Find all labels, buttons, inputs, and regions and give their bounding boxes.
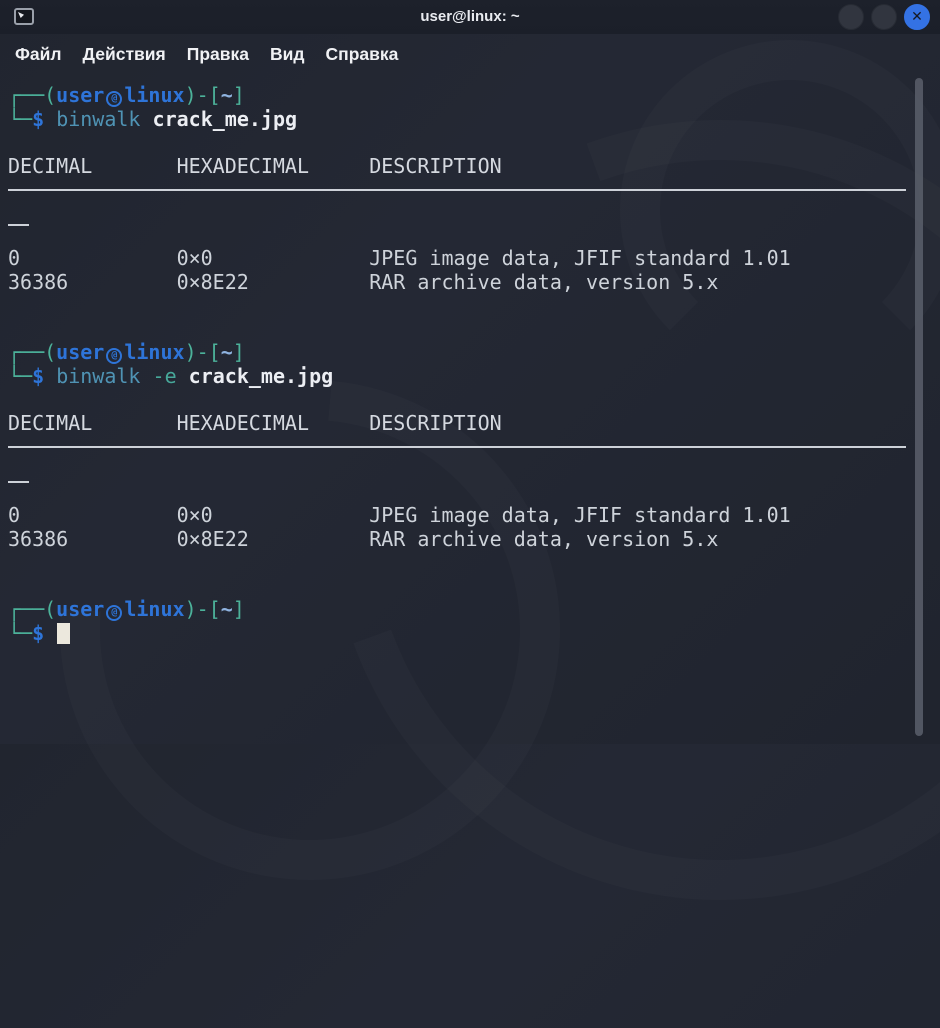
window-title: user@linux: ~	[0, 0, 940, 34]
terminal-cursor	[57, 623, 70, 644]
prompt-dollar: $	[32, 621, 44, 645]
cell-decimal: 36386	[8, 271, 177, 295]
command-name: binwalk	[56, 364, 140, 388]
prompt-frame: └─	[8, 621, 32, 645]
header-decimal: DECIMAL	[8, 155, 177, 179]
table-row: 363860×8E22RAR archive data, version 5.x	[8, 528, 940, 552]
kali-at-icon: @	[106, 605, 122, 621]
blank-line	[8, 131, 940, 155]
cell-description: JPEG image data, JFIF standard 1.01	[369, 246, 790, 270]
blank-line	[8, 575, 940, 599]
cell-decimal: 36386	[8, 528, 177, 552]
cell-hex: 0×0	[177, 504, 370, 528]
header-hexadecimal: HEXADECIMAL	[177, 412, 370, 436]
table-header: DECIMALHEXADECIMALDESCRIPTION	[8, 412, 940, 436]
command-argument: crack_me.jpg	[189, 364, 334, 388]
table-separator	[8, 446, 940, 470]
cell-description: JPEG image data, JFIF standard 1.01	[369, 503, 790, 527]
prompt-frame: ┌──(	[8, 83, 56, 107]
prompt-user: user	[56, 340, 104, 364]
prompt-frame: )-[	[185, 597, 221, 621]
menu-actions[interactable]: Действия	[83, 44, 166, 65]
cell-description: RAR archive data, version 5.x	[369, 527, 718, 551]
table-row: 00×0JPEG image data, JFIF standard 1.01	[8, 247, 940, 271]
command-input-line[interactable]: └─$	[8, 622, 940, 646]
prompt-frame: ]	[233, 83, 245, 107]
cell-hex: 0×0	[177, 247, 370, 271]
cell-description: RAR archive data, version 5.x	[369, 270, 718, 294]
minimize-button[interactable]	[838, 4, 864, 30]
prompt-path: ~	[221, 340, 233, 364]
header-description: DESCRIPTION	[369, 411, 501, 435]
cell-decimal: 0	[8, 504, 177, 528]
header-description: DESCRIPTION	[369, 154, 501, 178]
command-argument: crack_me.jpg	[153, 107, 298, 131]
command-line: └─$ binwalk -e crack_me.jpg	[8, 365, 940, 389]
header-hexadecimal: HEXADECIMAL	[177, 155, 370, 179]
menu-file[interactable]: Файл	[15, 44, 62, 65]
menu-help[interactable]: Справка	[326, 44, 399, 65]
command-option: -e	[153, 364, 177, 388]
scrollbar-thumb[interactable]	[915, 78, 923, 736]
prompt-dollar: $	[32, 364, 44, 388]
prompt-user: user	[56, 597, 104, 621]
table-separator	[8, 189, 940, 213]
close-button[interactable]: ✕	[904, 4, 930, 30]
header-decimal: DECIMAL	[8, 412, 177, 436]
prompt-frame: └─	[8, 364, 32, 388]
terminal-output[interactable]: ┌──(user@linux)-[~] └─$ binwalk crack_me…	[0, 76, 940, 744]
maximize-button[interactable]	[871, 4, 897, 30]
prompt-user: user	[56, 83, 104, 107]
menu-view[interactable]: Вид	[270, 44, 305, 65]
prompt-frame: )-[	[185, 340, 221, 364]
menu-bar: Файл Действия Правка Вид Справка	[0, 34, 940, 74]
prompt-line-top: ┌──(user@linux)-[~]	[8, 341, 940, 365]
prompt-frame: )-[	[185, 83, 221, 107]
prompt-frame: ]	[233, 340, 245, 364]
kali-at-icon: @	[106, 348, 122, 364]
prompt-host: linux	[124, 597, 184, 621]
menu-edit[interactable]: Правка	[187, 44, 249, 65]
prompt-frame: ┌──(	[8, 597, 56, 621]
table-row: 363860×8E22RAR archive data, version 5.x	[8, 271, 940, 295]
table-header: DECIMALHEXADECIMALDESCRIPTION	[8, 155, 940, 179]
blank-line	[8, 294, 940, 318]
cell-hex: 0×8E22	[177, 271, 370, 295]
prompt-frame: ]	[233, 597, 245, 621]
blank-line	[8, 318, 940, 342]
table-row: 00×0JPEG image data, JFIF standard 1.01	[8, 504, 940, 528]
blank-line	[8, 551, 940, 575]
prompt-line-top: ┌──(user@linux)-[~]	[8, 598, 940, 622]
prompt-host: linux	[124, 340, 184, 364]
command-name: binwalk	[56, 107, 140, 131]
blank-line	[8, 388, 940, 412]
cell-decimal: 0	[8, 247, 177, 271]
prompt-path: ~	[221, 597, 233, 621]
prompt-line-top: ┌──(user@linux)-[~]	[8, 84, 940, 108]
prompt-frame: ┌──(	[8, 340, 56, 364]
kali-at-icon: @	[106, 91, 122, 107]
table-separator-wrap	[8, 224, 940, 248]
prompt-frame: └─	[8, 107, 32, 131]
cell-hex: 0×8E22	[177, 528, 370, 552]
command-line: └─$ binwalk crack_me.jpg	[8, 108, 940, 132]
table-separator-wrap	[8, 481, 940, 505]
window-controls: ✕	[838, 4, 930, 30]
prompt-host: linux	[124, 83, 184, 107]
prompt-dollar: $	[32, 107, 44, 131]
prompt-path: ~	[221, 83, 233, 107]
title-bar: user@linux: ~ ✕	[0, 0, 940, 34]
